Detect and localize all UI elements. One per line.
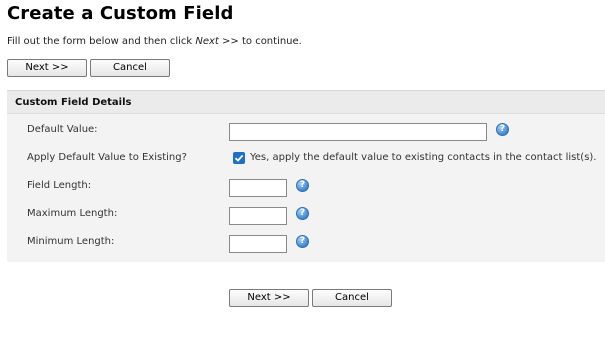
cancel-button-bottom[interactable]: Cancel [312, 289, 392, 307]
panel-title: Custom Field Details [15, 97, 132, 108]
panel-header: Custom Field Details [7, 91, 605, 114]
intro-after: to continue. [238, 36, 302, 47]
custom-field-details-panel: Custom Field Details Default Value: ? Ap… [7, 90, 605, 262]
field-length-label: Field Length: [27, 180, 92, 191]
intro-before: Fill out the form below and then click [7, 36, 196, 47]
intro-text: Fill out the form below and then click N… [7, 36, 302, 47]
maximum-length-input[interactable] [229, 207, 287, 225]
minimum-length-input[interactable] [229, 235, 287, 253]
cancel-button-top[interactable]: Cancel [90, 59, 170, 77]
apply-default-checkbox[interactable] [233, 152, 245, 164]
checkmark-icon [234, 154, 244, 162]
next-button-top[interactable]: Next >> [7, 59, 87, 77]
help-icon[interactable]: ? [496, 123, 509, 136]
maximum-length-label: Maximum Length: [27, 208, 118, 219]
page-title: Create a Custom Field [7, 3, 234, 24]
apply-default-checkbox-label[interactable]: Yes, apply the default value to existing… [250, 152, 596, 163]
next-button-bottom[interactable]: Next >> [229, 289, 309, 307]
default-value-input[interactable] [229, 123, 487, 141]
default-value-label: Default Value: [27, 124, 98, 135]
field-length-input[interactable] [229, 179, 287, 197]
intro-next-emphasis: Next >> [195, 36, 239, 47]
apply-default-label: Apply Default Value to Existing? [27, 152, 187, 163]
minimum-length-label: Minimum Length: [27, 236, 115, 247]
help-icon[interactable]: ? [296, 207, 309, 220]
help-icon[interactable]: ? [296, 179, 309, 192]
help-icon[interactable]: ? [296, 235, 309, 248]
